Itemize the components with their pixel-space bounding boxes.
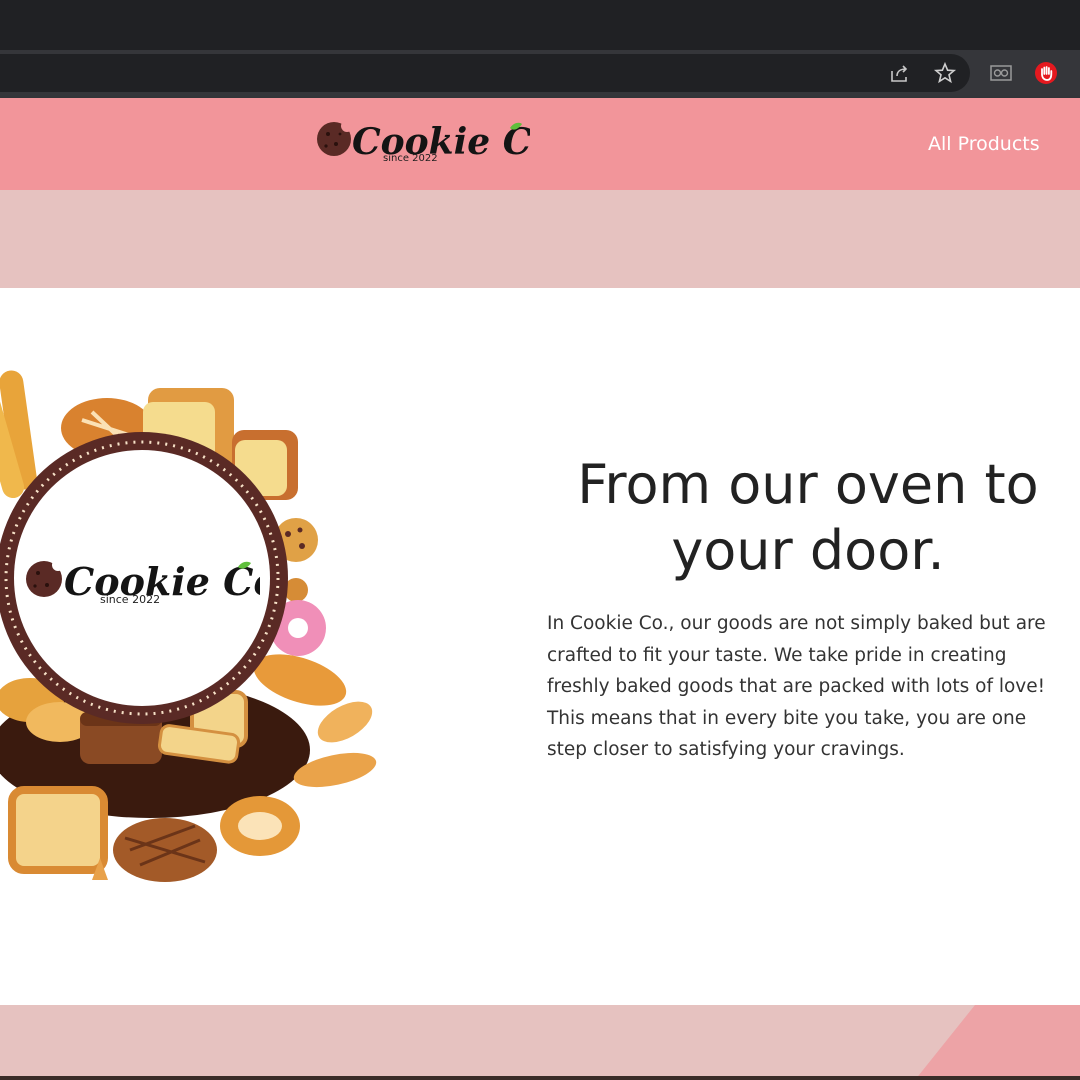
address-bar[interactable] — [0, 54, 970, 92]
bakery-illustration — [0, 370, 377, 882]
brand-name: Cookie Co. — [352, 121, 530, 163]
accent-shape — [915, 1005, 975, 1080]
hero-description: In Cookie Co., our goods are not simply … — [547, 613, 1046, 760]
brand-tagline: since 2022 — [383, 153, 438, 164]
share-icon[interactable] — [885, 58, 915, 88]
emblem-brand: Cookie Co. — [64, 559, 260, 604]
browser-tab-strip — [0, 0, 1080, 50]
accent-shape-fill — [975, 1005, 1080, 1080]
top-banner-band — [0, 190, 1080, 288]
extension-stop-icon[interactable] — [1031, 58, 1061, 88]
window-bottom-edge — [0, 1076, 1080, 1080]
emblem-tagline: since 2022 — [100, 593, 160, 606]
hero-title-line1: From our oven to — [577, 453, 1039, 516]
reading-mode-icon[interactable] — [986, 58, 1016, 88]
nav-all-products[interactable]: All Products — [928, 133, 1040, 155]
bottom-banner-band — [0, 1005, 1080, 1080]
star-icon[interactable] — [930, 58, 960, 88]
site-header — [0, 98, 1080, 190]
brand-logo[interactable]: Cookie Co. since 2022 — [310, 110, 530, 170]
hero-title: From our oven to your door. — [548, 452, 1068, 584]
emblem-logo: Cookie Co. since 2022 — [26, 559, 260, 606]
hero-title-line2: your door. — [671, 519, 945, 582]
